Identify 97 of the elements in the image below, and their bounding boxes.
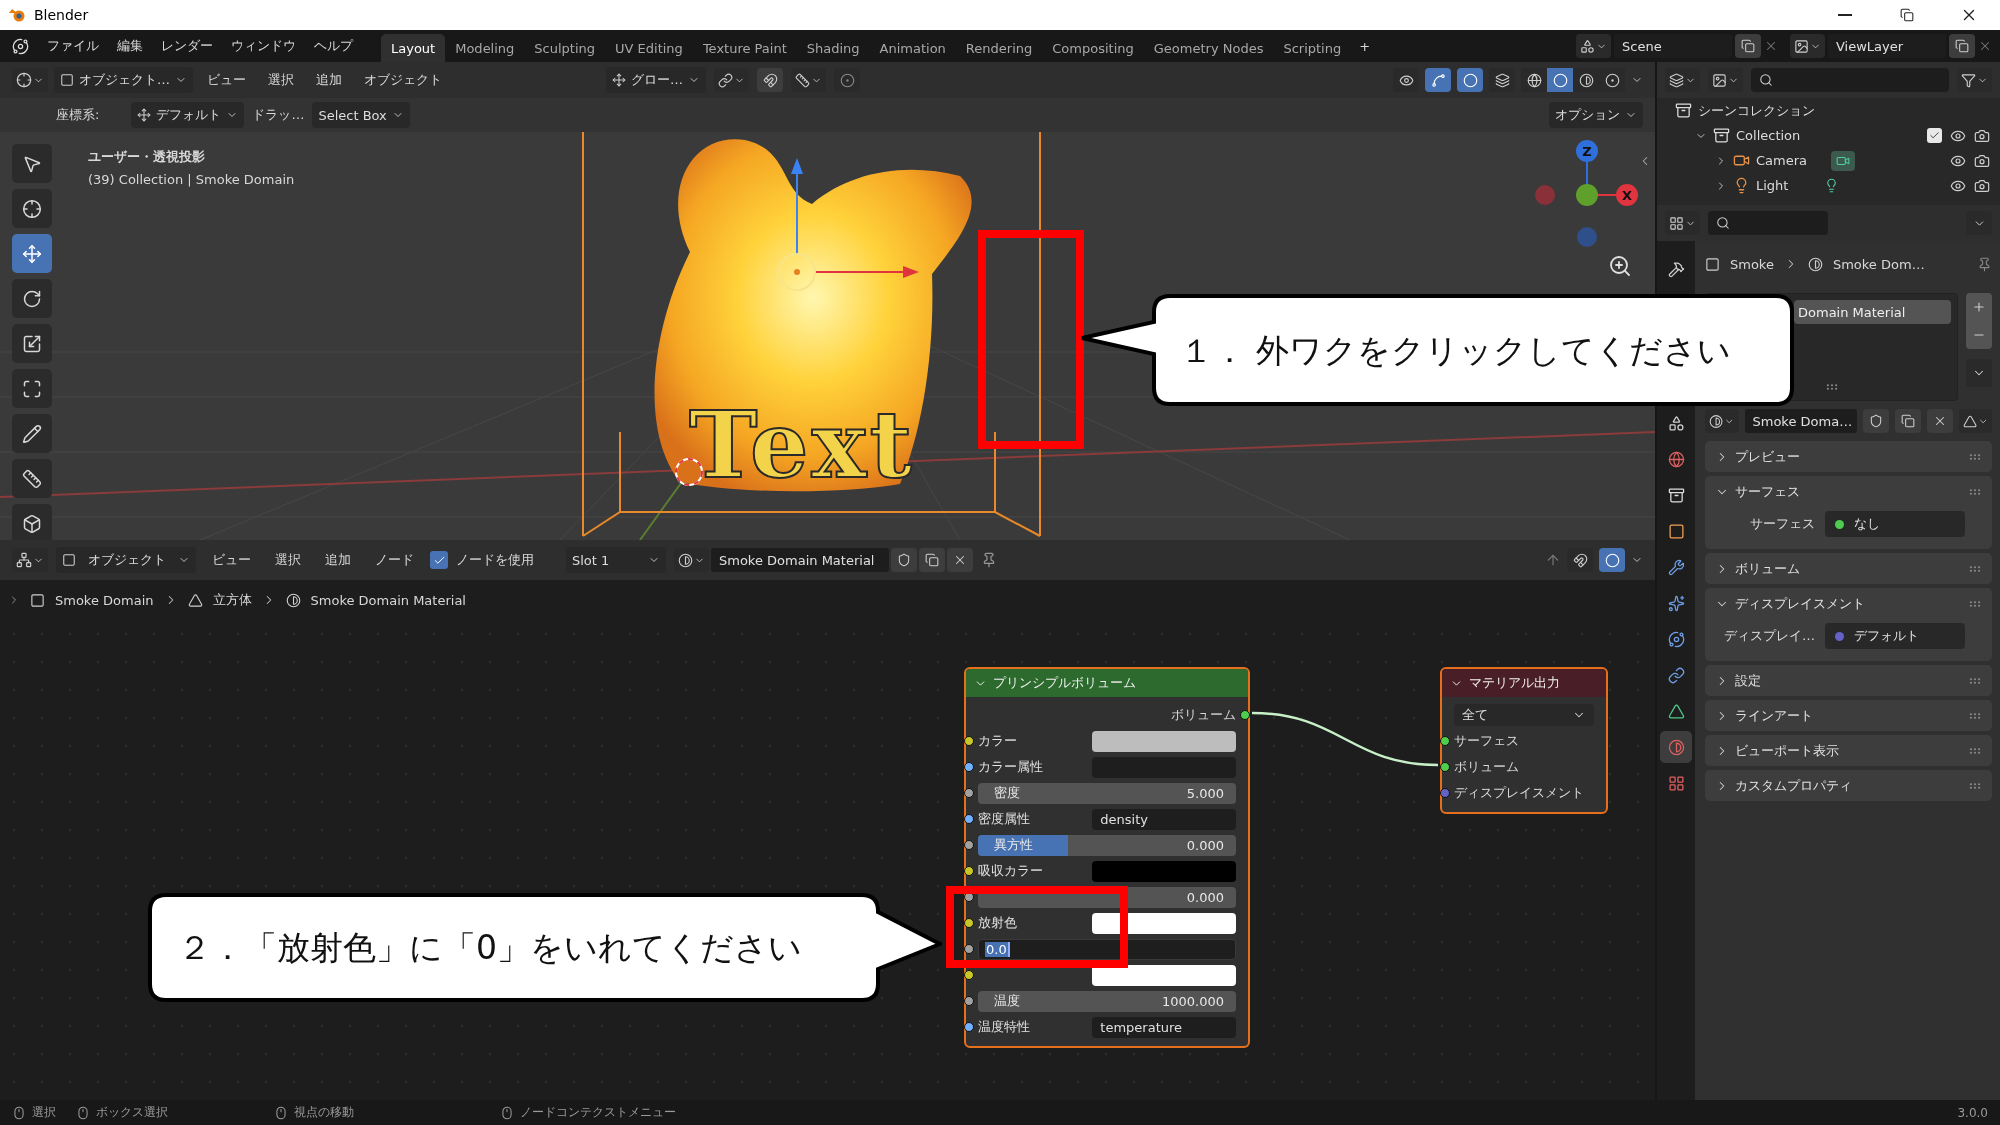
socket-label: カラー属性 (978, 758, 1044, 776)
breadcrumb-item[interactable]: Smoke Domain Material (310, 592, 466, 608)
status-hint: 視点の移動 (294, 1104, 354, 1121)
callout-text: ２．「放射色」に「0」をいれてください (178, 927, 802, 969)
view-layer-field[interactable]: ViewLayer (1828, 34, 1946, 58)
workspace-tab[interactable]: Layout (381, 34, 446, 62)
socket-label: カラー (978, 732, 1018, 750)
number-input[interactable]: 0.0 (978, 938, 1236, 960)
field-label: ディスプレイ… (1723, 627, 1815, 645)
menu-item[interactable]: 選択 (260, 71, 302, 89)
menu-item[interactable]: 編集 (109, 37, 151, 55)
value-slider[interactable]: 異方性 0.000 (978, 834, 1236, 856)
menu-item[interactable]: レンダー (153, 37, 221, 55)
socket-label: ボリューム (1454, 758, 1519, 776)
material-slot[interactable]: Domain Material (1794, 300, 1951, 324)
material-field[interactable]: Smoke Domain Material (711, 548, 889, 572)
socket-label: 温度特性 (978, 1018, 1031, 1036)
breadcrumb-item[interactable]: Smoke Dom… (1832, 256, 1925, 272)
panel-header[interactable]: カスタムプロパティ (1705, 770, 1992, 801)
workspace-tab[interactable]: Geometry Nodes (1143, 34, 1274, 62)
outliner-item[interactable]: シーンコレクション (1698, 101, 1815, 120)
panel-header[interactable]: プレビュー (1705, 441, 1992, 472)
number-field[interactable]: 温度 1000.000 (978, 990, 1236, 1012)
socket-label: 密度属性 (978, 810, 1031, 828)
menu-item[interactable]: 選択 (267, 551, 309, 569)
panel-header[interactable]: ビューポート表示 (1705, 735, 1992, 766)
checkbox-label[interactable]: ノードを使用 (456, 551, 534, 569)
menu-item[interactable]: ビュー (204, 551, 259, 569)
mode-dropdown[interactable]: オブジェクト… (54, 67, 193, 93)
output-node[interactable]: マテリアル出力 全て サーフェス ボリューム ディスプレイスメント (1440, 667, 1608, 814)
menu-item[interactable]: 追加 (308, 71, 350, 89)
panel-header[interactable]: ディスプレイスメント (1705, 588, 1992, 619)
workspace-tab[interactable]: Animation (869, 34, 956, 62)
workspace-tab[interactable]: Shading (796, 34, 870, 62)
coordinate-dropdown[interactable]: デフォルト (131, 102, 245, 128)
socket-label: サーフェス (1454, 732, 1519, 750)
menu-item[interactable]: 追加 (317, 551, 359, 569)
status-hint: ボックス選択 (96, 1104, 168, 1121)
scene-field[interactable]: Scene (1614, 34, 1732, 58)
axis-label: X (1622, 188, 1632, 203)
mode-dropdown[interactable]: オブジェクト (56, 547, 196, 573)
menu-item[interactable]: オブジェクト (356, 71, 450, 89)
text-field[interactable]: temperature (1092, 1016, 1236, 1038)
status-hint: 選択 (32, 1104, 56, 1121)
view-name: ユーザー・透視投影 (88, 148, 206, 166)
socket-label: 吸収カラー (978, 862, 1044, 880)
menu-item[interactable]: ファイル (39, 37, 107, 55)
panel-header[interactable]: ラインアート (1705, 700, 1992, 731)
node-title: プリンシプルボリューム (993, 674, 1136, 692)
socket-label: ボリューム (1171, 706, 1236, 724)
workspace-tab[interactable]: Modeling (445, 34, 525, 62)
version-label: 3.0.0 (1957, 1105, 1988, 1120)
outliner-item[interactable]: Collection (1736, 128, 1801, 143)
menu-item[interactable]: ウィンドウ (223, 37, 304, 55)
menu-item[interactable]: ノード (367, 551, 422, 569)
workspace-tab[interactable]: Scripting (1273, 34, 1352, 62)
workspace-tab[interactable]: UV Editing (605, 34, 693, 62)
window-title: Blender (34, 7, 89, 23)
node-header[interactable]: マテリアル出力 (1442, 669, 1606, 697)
callout-text: １． 外ワクをクリックしてください (1180, 330, 1732, 372)
slot-dropdown[interactable]: Slot 1 (566, 547, 666, 573)
orientation-dropdown[interactable]: グロー… (606, 67, 706, 93)
field-label: サーフェス (1749, 515, 1815, 533)
workspace-tab[interactable]: Sculpting (524, 34, 606, 62)
menu-item[interactable]: ヘルプ (306, 37, 361, 55)
workspace-tab[interactable]: Texture Paint (692, 34, 797, 62)
node-title: マテリアル出力 (1469, 674, 1560, 692)
breadcrumb-item[interactable]: Smoke (1730, 256, 1774, 272)
outliner-item[interactable]: Light (1756, 178, 1789, 193)
menu-item[interactable]: ビュー (199, 71, 254, 89)
workspace-tab[interactable]: Rendering (955, 34, 1043, 62)
coordinate-label: 座標系: (56, 106, 100, 124)
workspace-tab[interactable]: Compositing (1042, 34, 1144, 62)
socket-field[interactable]: デフォルト (1825, 623, 1965, 649)
axis-label: Z (1582, 144, 1592, 159)
panel-header[interactable]: サーフェス (1705, 476, 1992, 507)
add-workspace-button[interactable]: + (1351, 38, 1379, 54)
breadcrumb-item[interactable]: 立方体 (212, 591, 252, 609)
shader-node[interactable]: プリンシプルボリューム ボリューム カラー カラー属性 密度 5.000 密度属性 density 異方性 0.000 吸収カラー 0.000 放射色 0.0 温度 1000.000 温度特性 temperature (964, 667, 1250, 1048)
panel-header[interactable]: ボリューム (1705, 553, 1992, 584)
context-label: (39) Collection | Smoke Domain (88, 172, 295, 187)
options-dropdown[interactable]: オプション (1549, 102, 1643, 128)
breadcrumb-item[interactable]: Smoke Domain (55, 592, 154, 608)
scene-text: Text (689, 391, 912, 499)
dropdown[interactable]: 全て (1454, 704, 1594, 726)
socket-label: 放射色 (978, 914, 1018, 932)
socket-field[interactable]: なし (1825, 511, 1965, 537)
status-hint: ノードコンテクストメニュー (520, 1104, 676, 1121)
node-header[interactable]: プリンシプルボリューム (966, 669, 1248, 697)
panel-header[interactable]: 設定 (1705, 665, 1992, 696)
outliner-item[interactable]: Camera (1756, 153, 1808, 168)
socket-label: ディスプレイスメント (1454, 784, 1584, 802)
text-field[interactable]: density (1092, 808, 1236, 830)
number-field[interactable]: 密度 5.000 (978, 782, 1236, 804)
drag-label: ドラッ… (252, 106, 305, 124)
drag-dropdown[interactable]: Select Box (312, 102, 410, 128)
material-field[interactable]: Smoke Doma… (1744, 409, 1857, 433)
